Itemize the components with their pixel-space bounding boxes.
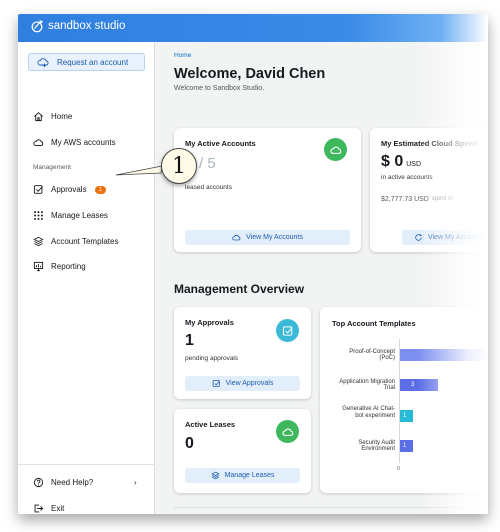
help-label: Need Help? <box>51 478 94 487</box>
app-logo[interactable]: sandbox studio <box>30 19 125 33</box>
approvals-caption: pending approvals <box>185 355 239 362</box>
app-window: sandbox studio Request an account Home M… <box>18 14 488 514</box>
active-leases-card: Active Leases 0 Manage Leases <box>174 409 311 493</box>
request-account-label: Request an account <box>57 57 129 67</box>
templates-chart: Proof-of-Concept (PoC) Application Migrat… <box>320 307 488 493</box>
chevron-right-icon[interactable]: › <box>134 478 137 487</box>
approvals-badge: 1 <box>94 185 106 194</box>
sidebar-item-home[interactable]: Home <box>33 111 72 122</box>
main-content: Home Welcome, David Chen Welcome to Sand… <box>156 42 488 514</box>
chart-x-tick-label: 0 <box>397 466 401 472</box>
management-section-label: Management <box>33 164 71 171</box>
cloud-icon <box>232 234 241 241</box>
sidebar-item-approvals[interactable]: Approvals 1 <box>33 184 106 195</box>
sidebar-item-aws-accounts[interactable]: My AWS accounts <box>33 137 116 148</box>
leases-count: 0 <box>185 435 194 452</box>
chart-bar-value-label: 3 <box>411 382 415 388</box>
card-title: My Estimated Cloud Spend <box>381 139 478 148</box>
cloud-spend-currency: USD <box>406 161 422 168</box>
help-icon <box>33 477 44 488</box>
breadcrumb[interactable]: Home <box>174 52 191 59</box>
cloud-spend-caption: in active accounts <box>381 174 433 181</box>
page-subtitle: Welcome to Sandbox Studio. <box>174 85 265 92</box>
sidebar-item-exit[interactable]: Exit <box>33 503 64 514</box>
layers-icon <box>33 236 44 247</box>
chart-bar-value-label: 1 <box>403 443 407 449</box>
request-account-button[interactable]: Request an account <box>28 53 145 71</box>
cloud-spend-total: $2,777.73 USD <box>381 196 429 203</box>
bottom-divider <box>174 507 474 508</box>
card-title: My Active Accounts <box>185 139 256 148</box>
sidebar-item-label: Home <box>51 112 73 121</box>
approvals-count: 1 <box>185 332 194 349</box>
cloud-badge <box>324 138 347 161</box>
sidebar-item-label: Reporting <box>51 262 86 271</box>
chart-category-label: Proof-of-Concept (PoC) <box>349 348 395 362</box>
sidebar-divider <box>18 464 155 465</box>
page-title: Welcome, David Chen <box>174 66 326 82</box>
button-label: View My Accounts <box>246 234 303 241</box>
sidebar-item-label: Approvals <box>51 185 87 194</box>
approvals-badge-circle <box>276 319 299 342</box>
grid-dots-icon <box>34 211 43 220</box>
chart-category-label: Application Migration Trial <box>339 378 395 392</box>
active-accounts-total: / 5 <box>199 155 216 172</box>
cloud-spend-amount: $ 0 <box>381 153 404 170</box>
card-title: Active Leases <box>185 420 236 429</box>
sidebar-item-manage-leases[interactable]: Manage Leases <box>33 210 108 221</box>
view-my-accounts-spend-button[interactable]: View My Accounts <box>402 230 488 245</box>
cloud-spend-card: My Estimated Cloud Spend $ 0 USD in acti… <box>370 128 488 252</box>
cloud-plus-icon <box>37 58 49 68</box>
management-overview-title: Management Overview <box>174 282 305 296</box>
chart-bar-value-label: 1 <box>403 413 407 419</box>
chart-bar[interactable] <box>400 379 438 391</box>
approvals-card: My Approvals 1 pending approvals View Ap… <box>174 307 311 399</box>
cloud-icon <box>329 146 341 154</box>
button-label: Manage Leases <box>224 472 275 479</box>
logo-icon <box>31 20 44 33</box>
chart-category-label: Security Audit Environment <box>358 439 395 453</box>
logo-text: sandbox studio <box>48 20 126 32</box>
active-accounts-card: My Active Accounts 0 / 5 leased accounts… <box>174 128 361 252</box>
layers-icon <box>210 471 220 480</box>
exit-label: Exit <box>51 504 65 513</box>
view-my-accounts-button[interactable]: View My Accounts <box>185 230 350 245</box>
chart-bar[interactable] <box>400 349 488 361</box>
sidebar-item-help[interactable]: Need Help? <box>33 477 93 488</box>
leases-badge-circle <box>276 420 299 443</box>
sidebar-item-label: Account Templates <box>51 237 119 246</box>
callout-number-badge: 1 <box>161 148 197 184</box>
cloud-spend-total-caption: spent in <box>431 196 453 202</box>
sidebar-item-label: Manage Leases <box>51 211 108 220</box>
view-approvals-button[interactable]: View Approvals <box>185 376 300 391</box>
sidebar-item-label: My AWS accounts <box>51 138 116 147</box>
active-accounts-caption: leased accounts <box>185 184 232 191</box>
refresh-icon <box>415 233 422 241</box>
sidebar-item-account-templates[interactable]: Account Templates <box>33 236 118 247</box>
button-label: View Approvals <box>225 380 274 387</box>
card-title: My Approvals <box>185 318 234 327</box>
cloud-spend-total-row: $2,777.73 USD spent in <box>381 196 453 203</box>
checkbox-icon <box>282 325 292 336</box>
templates-chart-card: Top Account Templates Proof-of-Concept (… <box>320 307 488 493</box>
button-label: View My Accounts <box>428 234 485 241</box>
manage-leases-button[interactable]: Manage Leases <box>185 468 300 483</box>
top-bar: sandbox studio <box>18 14 488 42</box>
cloud-spend-amount-row: $ 0 USD <box>381 153 421 171</box>
sidebar-item-reporting[interactable]: Reporting <box>33 261 86 272</box>
exit-icon <box>34 504 44 513</box>
checkbox-icon <box>33 185 43 194</box>
home-icon <box>34 112 43 122</box>
cloud-icon <box>33 139 44 147</box>
sidebar: Request an account Home My AWS accounts … <box>18 42 155 514</box>
checkbox-icon <box>212 380 220 387</box>
chart-category-label: Generative AI Chat-bot experiment <box>342 406 395 419</box>
cloud-icon <box>281 428 293 436</box>
report-icon <box>33 261 44 272</box>
